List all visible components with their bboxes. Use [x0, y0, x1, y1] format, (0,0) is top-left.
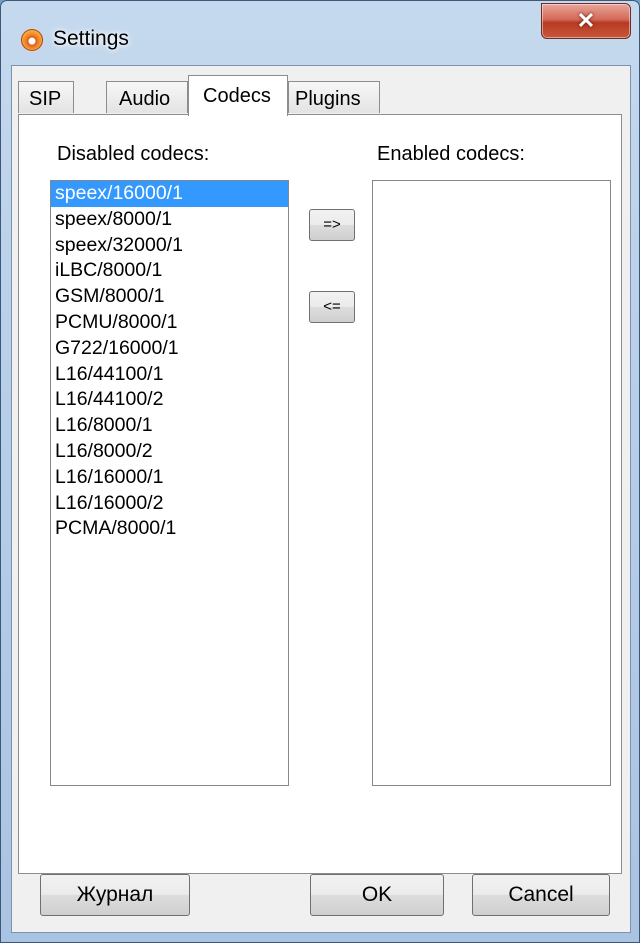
- codec-list-item[interactable]: L16/44100/2: [51, 387, 288, 413]
- tab-plugins-label: Plugins: [295, 88, 361, 110]
- disabled-codecs-list[interactable]: speex/16000/1 speex/8000/1 speex/32000/1 iL…: [50, 180, 289, 786]
- log-button[interactable]: Журнал: [40, 874, 190, 916]
- codec-list-item[interactable]: L16/8000/2: [51, 439, 288, 465]
- disabled-codecs-label: Disabled codecs:: [57, 143, 210, 165]
- tab-audio-label: Audio: [119, 88, 171, 110]
- close-button[interactable]: ✕: [541, 3, 631, 39]
- codec-list-item[interactable]: L16/8000/1: [51, 413, 288, 439]
- codec-list-item[interactable]: iLBC/8000/1: [51, 258, 288, 284]
- tab-codecs-label: Codecs: [203, 85, 271, 107]
- codec-list-item[interactable]: PCMA/8000/1: [51, 516, 288, 542]
- enable-codec-button[interactable]: =>: [309, 209, 355, 241]
- codec-list-item[interactable]: L16/44100/1: [51, 362, 288, 388]
- codec-list-item[interactable]: G722/16000/1: [51, 336, 288, 362]
- disable-codec-button[interactable]: <=: [309, 291, 355, 323]
- codec-list-item[interactable]: speex/32000/1: [51, 233, 288, 259]
- enabled-codecs-label: Enabled codecs:: [377, 143, 525, 165]
- codec-list-item[interactable]: GSM/8000/1: [51, 284, 288, 310]
- settings-window: Settings ✕ SIP Audio Codecs Plugins Disa…: [0, 0, 640, 943]
- tab-sip-label: SIP: [29, 88, 62, 110]
- close-icon: ✕: [576, 8, 596, 33]
- tab-sip[interactable]: SIP: [18, 81, 74, 113]
- enabled-codecs-list[interactable]: [372, 180, 611, 786]
- codec-list-item[interactable]: L16/16000/1: [51, 465, 288, 491]
- tab-audio[interactable]: Audio: [106, 81, 188, 113]
- cancel-button[interactable]: Cancel: [472, 874, 610, 916]
- dialog-client-area: SIP Audio Codecs Plugins Disabled codecs…: [11, 65, 631, 933]
- codecs-panel: Disabled codecs: Enabled codecs: speex/1…: [18, 114, 622, 874]
- codec-list-item[interactable]: speex/16000/1: [51, 181, 288, 207]
- window-title: Settings: [53, 27, 129, 50]
- tab-plugins[interactable]: Plugins: [288, 81, 380, 113]
- tab-codecs[interactable]: Codecs: [188, 75, 288, 116]
- app-logo-icon: [21, 29, 43, 51]
- ok-button[interactable]: OK: [310, 874, 444, 916]
- codec-list-item[interactable]: speex/8000/1: [51, 207, 288, 233]
- disabled-codecs-items: speex/16000/1 speex/8000/1 speex/32000/1 iL…: [51, 181, 288, 542]
- title-bar[interactable]: Settings ✕: [1, 1, 639, 65]
- codec-list-item[interactable]: PCMU/8000/1: [51, 310, 288, 336]
- codec-list-item[interactable]: L16/16000/2: [51, 491, 288, 517]
